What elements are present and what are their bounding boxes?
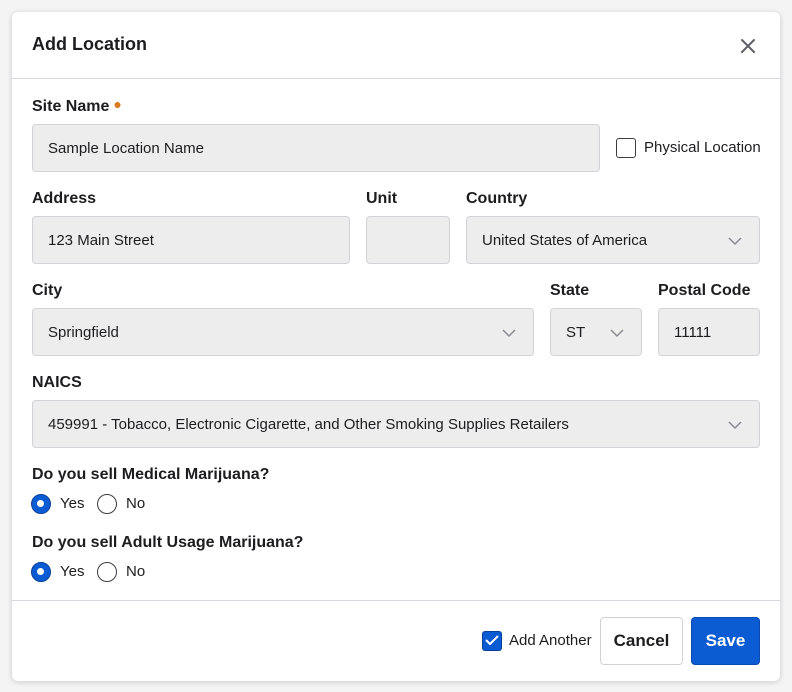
- naics-value: 459991 - Tobacco, Electronic Cigarette, …: [48, 415, 569, 433]
- state-select[interactable]: ST: [550, 308, 642, 356]
- dialog-header: Add Location: [12, 12, 780, 79]
- close-icon: [741, 39, 755, 53]
- naics-label: NAICS: [32, 374, 82, 391]
- unit-label: Unit: [366, 190, 398, 207]
- city-value: Springfield: [48, 323, 119, 341]
- site-name-value: Sample Location Name: [48, 139, 204, 157]
- add-another-label[interactable]: Add Another: [509, 632, 592, 649]
- adult-usage-no-label[interactable]: No: [126, 563, 145, 580]
- cancel-button[interactable]: Cancel: [600, 617, 683, 665]
- country-select[interactable]: United States of America: [466, 216, 760, 264]
- unit-input[interactable]: [366, 216, 450, 264]
- address-label: Address: [32, 190, 97, 207]
- site-name-input[interactable]: Sample Location Name: [32, 124, 600, 172]
- chevron-down-icon: [728, 418, 742, 432]
- site-name-label-text: Site Name: [32, 98, 110, 115]
- chevron-down-icon: [610, 326, 624, 340]
- checkmark-icon: [485, 635, 499, 645]
- postal-code-label: Postal Code: [658, 282, 751, 299]
- add-location-dialog: Add Location Site Name ● Sample Location …: [12, 12, 780, 681]
- postal-code-value: 11111: [674, 323, 712, 341]
- site-name-label: Site Name ●: [32, 96, 122, 116]
- address-value: 123 Main Street: [48, 231, 154, 249]
- adult-usage-yes-label[interactable]: Yes: [60, 563, 84, 580]
- country-label: Country: [466, 190, 528, 207]
- state-value: ST: [566, 323, 586, 341]
- medical-marijuana-yes-label[interactable]: Yes: [60, 495, 84, 512]
- city-label: City: [32, 282, 63, 299]
- adult-usage-marijuana-question: Do you sell Adult Usage Marijuana?: [32, 534, 304, 551]
- save-button[interactable]: Save: [691, 617, 760, 665]
- required-indicator-icon: ●: [113, 96, 122, 112]
- medical-marijuana-no-label[interactable]: No: [126, 495, 145, 512]
- close-button[interactable]: [738, 36, 758, 56]
- dialog-footer: Add Another Cancel Save: [12, 600, 780, 681]
- country-value: United States of America: [482, 231, 648, 249]
- postal-code-input[interactable]: 11111: [658, 308, 760, 356]
- medical-marijuana-no-radio[interactable]: [97, 494, 117, 514]
- chevron-down-icon: [728, 234, 742, 248]
- add-another-checkbox[interactable]: [482, 631, 502, 651]
- physical-location-checkbox[interactable]: [616, 138, 636, 158]
- address-input[interactable]: 123 Main Street: [32, 216, 350, 264]
- adult-usage-no-radio[interactable]: [97, 562, 117, 582]
- adult-usage-yes-radio[interactable]: [31, 562, 51, 582]
- medical-marijuana-question: Do you sell Medical Marijuana?: [32, 466, 270, 483]
- naics-select[interactable]: 459991 - Tobacco, Electronic Cigarette, …: [32, 400, 760, 448]
- chevron-down-icon: [502, 326, 516, 340]
- city-select[interactable]: Springfield: [32, 308, 534, 356]
- state-label: State: [550, 282, 590, 299]
- medical-marijuana-yes-radio[interactable]: [31, 494, 51, 514]
- dialog-title: Add Location: [32, 34, 147, 54]
- physical-location-label[interactable]: Physical Location: [644, 139, 761, 156]
